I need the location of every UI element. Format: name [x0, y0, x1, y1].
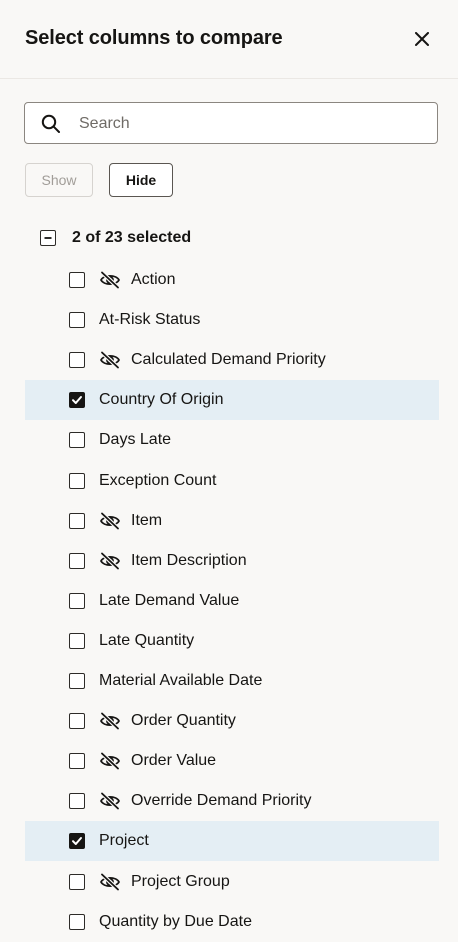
eye-slash-icon: [99, 873, 121, 891]
column-label: Item Description: [131, 552, 247, 569]
column-label: Project Group: [131, 873, 230, 890]
search-field[interactable]: [24, 102, 438, 145]
dialog-header: Select columns to compare: [0, 0, 458, 79]
column-label: Days Late: [99, 431, 172, 448]
column-label: Order Quantity: [131, 712, 236, 729]
dialog-title: Select columns to compare: [25, 27, 283, 49]
column-label: Action: [131, 271, 176, 288]
column-row[interactable]: Item: [25, 501, 439, 541]
column-row[interactable]: Project Group: [25, 862, 439, 902]
hide-button[interactable]: Hide: [109, 163, 173, 197]
column-checkbox[interactable]: [69, 833, 85, 849]
column-checkbox[interactable]: [69, 432, 85, 448]
column-checkbox[interactable]: [69, 914, 85, 930]
column-checkbox[interactable]: [69, 352, 85, 368]
column-row[interactable]: Override Demand Priority: [25, 781, 439, 821]
eye-slash-icon: [99, 712, 121, 730]
eye-slash-icon: [99, 512, 121, 530]
column-row[interactable]: Quantity by Due Date: [25, 902, 439, 942]
search-icon: [41, 114, 61, 139]
column-checkbox[interactable]: [69, 392, 85, 408]
column-checkbox[interactable]: [69, 793, 85, 809]
close-icon: [415, 32, 429, 46]
select-all-row[interactable]: 2 of 23 selected: [40, 228, 191, 248]
column-label: Order Value: [131, 752, 217, 769]
column-checkbox[interactable]: [69, 874, 85, 890]
column-label: Quantity by Due Date: [99, 913, 252, 930]
column-row[interactable]: Item Description: [25, 541, 439, 581]
column-label: Item: [131, 512, 163, 529]
column-checkbox[interactable]: [69, 633, 85, 649]
checkmark-icon: [72, 396, 82, 404]
column-label: Calculated Demand Priority: [131, 351, 326, 368]
column-label: Late Demand Value: [99, 592, 240, 609]
column-row[interactable]: Action: [25, 260, 439, 300]
eye-slash-icon: [99, 552, 121, 570]
column-label: At-Risk Status: [99, 311, 201, 328]
selection-summary: 2 of 23 selected: [72, 229, 192, 246]
column-checkbox[interactable]: [69, 473, 85, 489]
column-checkbox[interactable]: [69, 753, 85, 769]
column-row[interactable]: Calculated Demand Priority: [25, 340, 439, 380]
eye-slash-icon: [99, 792, 121, 810]
column-checkbox[interactable]: [69, 713, 85, 729]
column-row[interactable]: At-Risk Status: [25, 300, 439, 340]
column-checkbox[interactable]: [69, 513, 85, 529]
column-row[interactable]: Exception Count: [25, 461, 439, 501]
show-button[interactable]: Show: [25, 163, 93, 197]
column-label: Late Quantity: [99, 632, 195, 649]
minus-icon: [44, 237, 52, 239]
column-label: Material Available Date: [99, 672, 263, 689]
column-checkbox[interactable]: [69, 553, 85, 569]
column-checkbox[interactable]: [69, 312, 85, 328]
column-label: Override Demand Priority: [131, 792, 312, 809]
close-button[interactable]: [408, 25, 436, 53]
column-checkbox[interactable]: [69, 593, 85, 609]
column-row[interactable]: Days Late: [25, 420, 439, 460]
column-checkbox[interactable]: [69, 673, 85, 689]
select-all-checkbox[interactable]: [40, 230, 56, 246]
column-row[interactable]: Late Quantity: [25, 621, 439, 661]
column-row[interactable]: Order Value: [25, 741, 439, 781]
search-input[interactable]: [77, 103, 421, 145]
column-row[interactable]: Project: [25, 821, 439, 861]
eye-slash-icon: [99, 271, 121, 289]
eye-slash-icon: [99, 752, 121, 770]
column-label: Project: [99, 832, 149, 849]
column-row[interactable]: Material Available Date: [25, 661, 439, 701]
column-label: Country Of Origin: [99, 391, 224, 408]
checkmark-icon: [72, 837, 82, 845]
column-checkbox[interactable]: [69, 272, 85, 288]
column-row[interactable]: Country Of Origin: [25, 380, 439, 420]
column-label: Exception Count: [99, 472, 217, 489]
column-row[interactable]: Order Quantity: [25, 701, 439, 741]
eye-slash-icon: [99, 351, 121, 369]
column-row[interactable]: Late Demand Value: [25, 581, 439, 621]
